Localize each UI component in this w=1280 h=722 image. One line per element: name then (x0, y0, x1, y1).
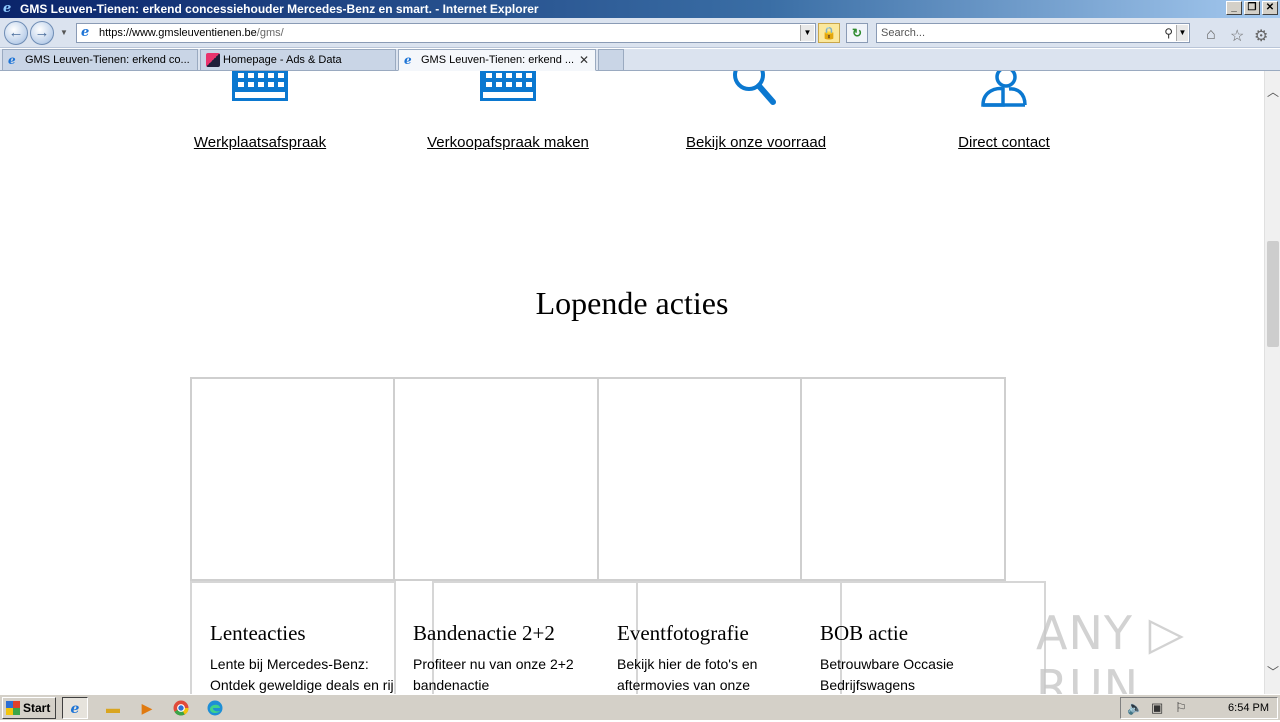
refresh-button[interactable]: ↻ (846, 23, 868, 43)
home-icon[interactable]: ⌂ (1206, 26, 1216, 44)
anyrun-watermark: ANY ▷ RUN (1036, 606, 1185, 694)
url-text[interactable]: https://www.gmsleuventienen.be/gms/ (99, 27, 284, 39)
ads-icon (206, 53, 220, 67)
tab-label: Homepage - Ads & Data (223, 54, 342, 66)
close-button[interactable]: ✕ (1262, 1, 1278, 15)
quick-link-label[interactable]: Werkplaatsafspraak (194, 134, 326, 151)
taskbar: Start e ▬ ▶ 🔈 ▣ ⚐ 6:54 PM (0, 694, 1280, 720)
calendar-icon (232, 71, 288, 101)
card-bob-actie[interactable]: BOB actie Betrouwbare Occasie Bedrijfswa… (820, 621, 1020, 694)
person-icon (981, 71, 1027, 107)
search-input[interactable]: Search... ⚲ ▼ (876, 23, 1190, 43)
tab-gms-1[interactable]: e GMS Leuven-Tienen: erkend co... (2, 49, 198, 71)
card-desc-line: Bedrijfswagens (820, 677, 915, 693)
card-description: Betrouwbare Occasie Bedrijfswagens (820, 654, 1020, 694)
calendar-icon (480, 71, 536, 101)
card-desc-line: Lente bij Mercedes-Benz: (210, 656, 369, 672)
start-button[interactable]: Start (2, 697, 56, 719)
search-icon[interactable]: ⚲ (1164, 24, 1173, 42)
tab-bar: e GMS Leuven-Tienen: erkend co... Homepa… (0, 49, 1280, 71)
window-title: GMS Leuven-Tienen: erkend concessiehoude… (20, 2, 539, 16)
card-desc-line: Bekijk hier de foto's en (617, 656, 758, 672)
window-controls: _ ❐ ✕ (1226, 1, 1278, 15)
taskbar-edge-icon[interactable] (202, 697, 228, 719)
card-image-bandenactie[interactable] (393, 377, 600, 581)
card-desc-line: bandenactie (413, 677, 490, 693)
url-prefix: https://www. (99, 27, 159, 39)
quick-link-label[interactable]: Bekijk onze voorraad (686, 134, 826, 151)
title-bar: e GMS Leuven-Tienen: erkend concessiehou… (0, 0, 1280, 18)
ie-icon: e (3, 1, 12, 16)
card-title[interactable]: Eventfotografie (617, 621, 817, 646)
card-bandenactie[interactable]: Bandenactie 2+2 Profiteer nu van onze 2+… (413, 621, 613, 694)
url-domain: gmsleuventienen.be (158, 27, 257, 39)
card-image-bob-actie[interactable] (800, 377, 1006, 581)
url-path: /gms/ (256, 27, 284, 39)
card-eventfotografie[interactable]: Eventfotografie Bekijk hier de foto's en… (617, 621, 817, 694)
navigation-bar: ← → ▼ e https://www.gmsleuventienen.be/g… (0, 18, 1280, 48)
card-title[interactable]: Bandenactie 2+2 (413, 621, 613, 646)
edge-icon (207, 700, 223, 716)
search-placeholder: Search... (881, 27, 926, 39)
card-title[interactable]: Lenteacties (210, 621, 410, 646)
card-desc-line: Betrouwbare Occasie (820, 656, 954, 672)
settings-gear-icon[interactable]: ⚙ (1254, 26, 1268, 46)
search-icon (733, 71, 776, 105)
back-button[interactable]: ← (4, 21, 28, 45)
tab-label: GMS Leuven-Tienen: erkend co... (25, 54, 190, 66)
restore-button[interactable]: ❐ (1244, 1, 1260, 15)
quick-link-label[interactable]: Verkoopafspraak maken (427, 134, 589, 151)
page-ie-icon: e (81, 25, 90, 40)
start-label: Start (23, 701, 51, 715)
volume-icon[interactable]: 🔈 (1127, 698, 1143, 718)
scroll-up-icon[interactable]: ︿ (1267, 83, 1279, 100)
action-center-flag-icon[interactable]: ⚐ (1175, 698, 1187, 718)
address-dropdown-icon[interactable]: ▼ (800, 25, 814, 41)
card-desc-line: Profiteer nu van onze 2+2 (413, 656, 574, 672)
tab-gms-active[interactable]: e GMS Leuven-Tienen: erkend ... ✕ (398, 49, 596, 71)
scroll-down-icon[interactable]: ﹀ (1267, 663, 1279, 680)
taskbar-chrome-icon[interactable] (168, 697, 194, 719)
card-lenteacties[interactable]: Lenteacties Lente bij Mercedes-Benz: Ont… (210, 621, 410, 694)
favorites-star-icon[interactable]: ☆ (1230, 26, 1244, 46)
card-description: Lente bij Mercedes-Benz: Ontdek geweldig… (210, 654, 410, 694)
tab-ads-data[interactable]: Homepage - Ads & Data (200, 49, 396, 71)
forward-arrow-icon: → (34, 24, 50, 41)
forward-button[interactable]: → (30, 21, 54, 45)
card-desc-line: Ontdek geweldige deals en rij (210, 677, 394, 693)
quick-link-label[interactable]: Direct contact (958, 134, 1050, 151)
clock[interactable]: 6:54 PM (1228, 698, 1269, 718)
new-tab-button[interactable] (598, 49, 624, 71)
search-dropdown-icon[interactable]: ▼ (1176, 25, 1188, 41)
back-arrow-icon: ← (8, 24, 24, 41)
card-image-eventfotografie[interactable] (597, 377, 803, 581)
ie-icon: e (8, 53, 16, 67)
system-tray: 🔈 ▣ ⚐ 6:54 PM (1120, 697, 1278, 719)
lock-icon[interactable]: 🔒 (818, 23, 840, 43)
card-description: Profiteer nu van onze 2+2 bandenactie (413, 654, 613, 694)
card-title[interactable]: BOB actie (820, 621, 1020, 646)
chrome-icon (173, 700, 189, 716)
card-description: Bekijk hier de foto's en aftermovies van… (617, 654, 817, 694)
page-content: Werkplaatsafspraak Verkoopafspraak maken… (0, 71, 1264, 694)
card-desc-line: aftermovies van onze (617, 677, 751, 693)
ie-icon: e (404, 53, 412, 67)
scrollbar-thumb[interactable] (1267, 241, 1279, 347)
section-title: Lopende acties (535, 285, 729, 321)
vertical-scrollbar[interactable]: ︿ ﹀ (1264, 71, 1280, 694)
history-dropdown-icon[interactable]: ▼ (60, 28, 68, 37)
taskbar-ie-icon[interactable]: e (62, 697, 88, 719)
address-bar[interactable]: e https://www.gmsleuventienen.be/gms/ ▼ (76, 23, 816, 43)
card-image-lenteacties[interactable] (190, 377, 396, 581)
tab-label: GMS Leuven-Tienen: erkend ... (421, 54, 575, 66)
taskbar-media-player-icon[interactable]: ▶ (134, 697, 160, 719)
taskbar-folder-icon[interactable]: ▬ (100, 697, 126, 719)
network-icon[interactable]: ▣ (1151, 698, 1163, 718)
close-tab-icon[interactable]: ✕ (579, 50, 589, 70)
windows-logo-icon (6, 701, 20, 715)
minimize-button[interactable]: _ (1226, 1, 1242, 15)
